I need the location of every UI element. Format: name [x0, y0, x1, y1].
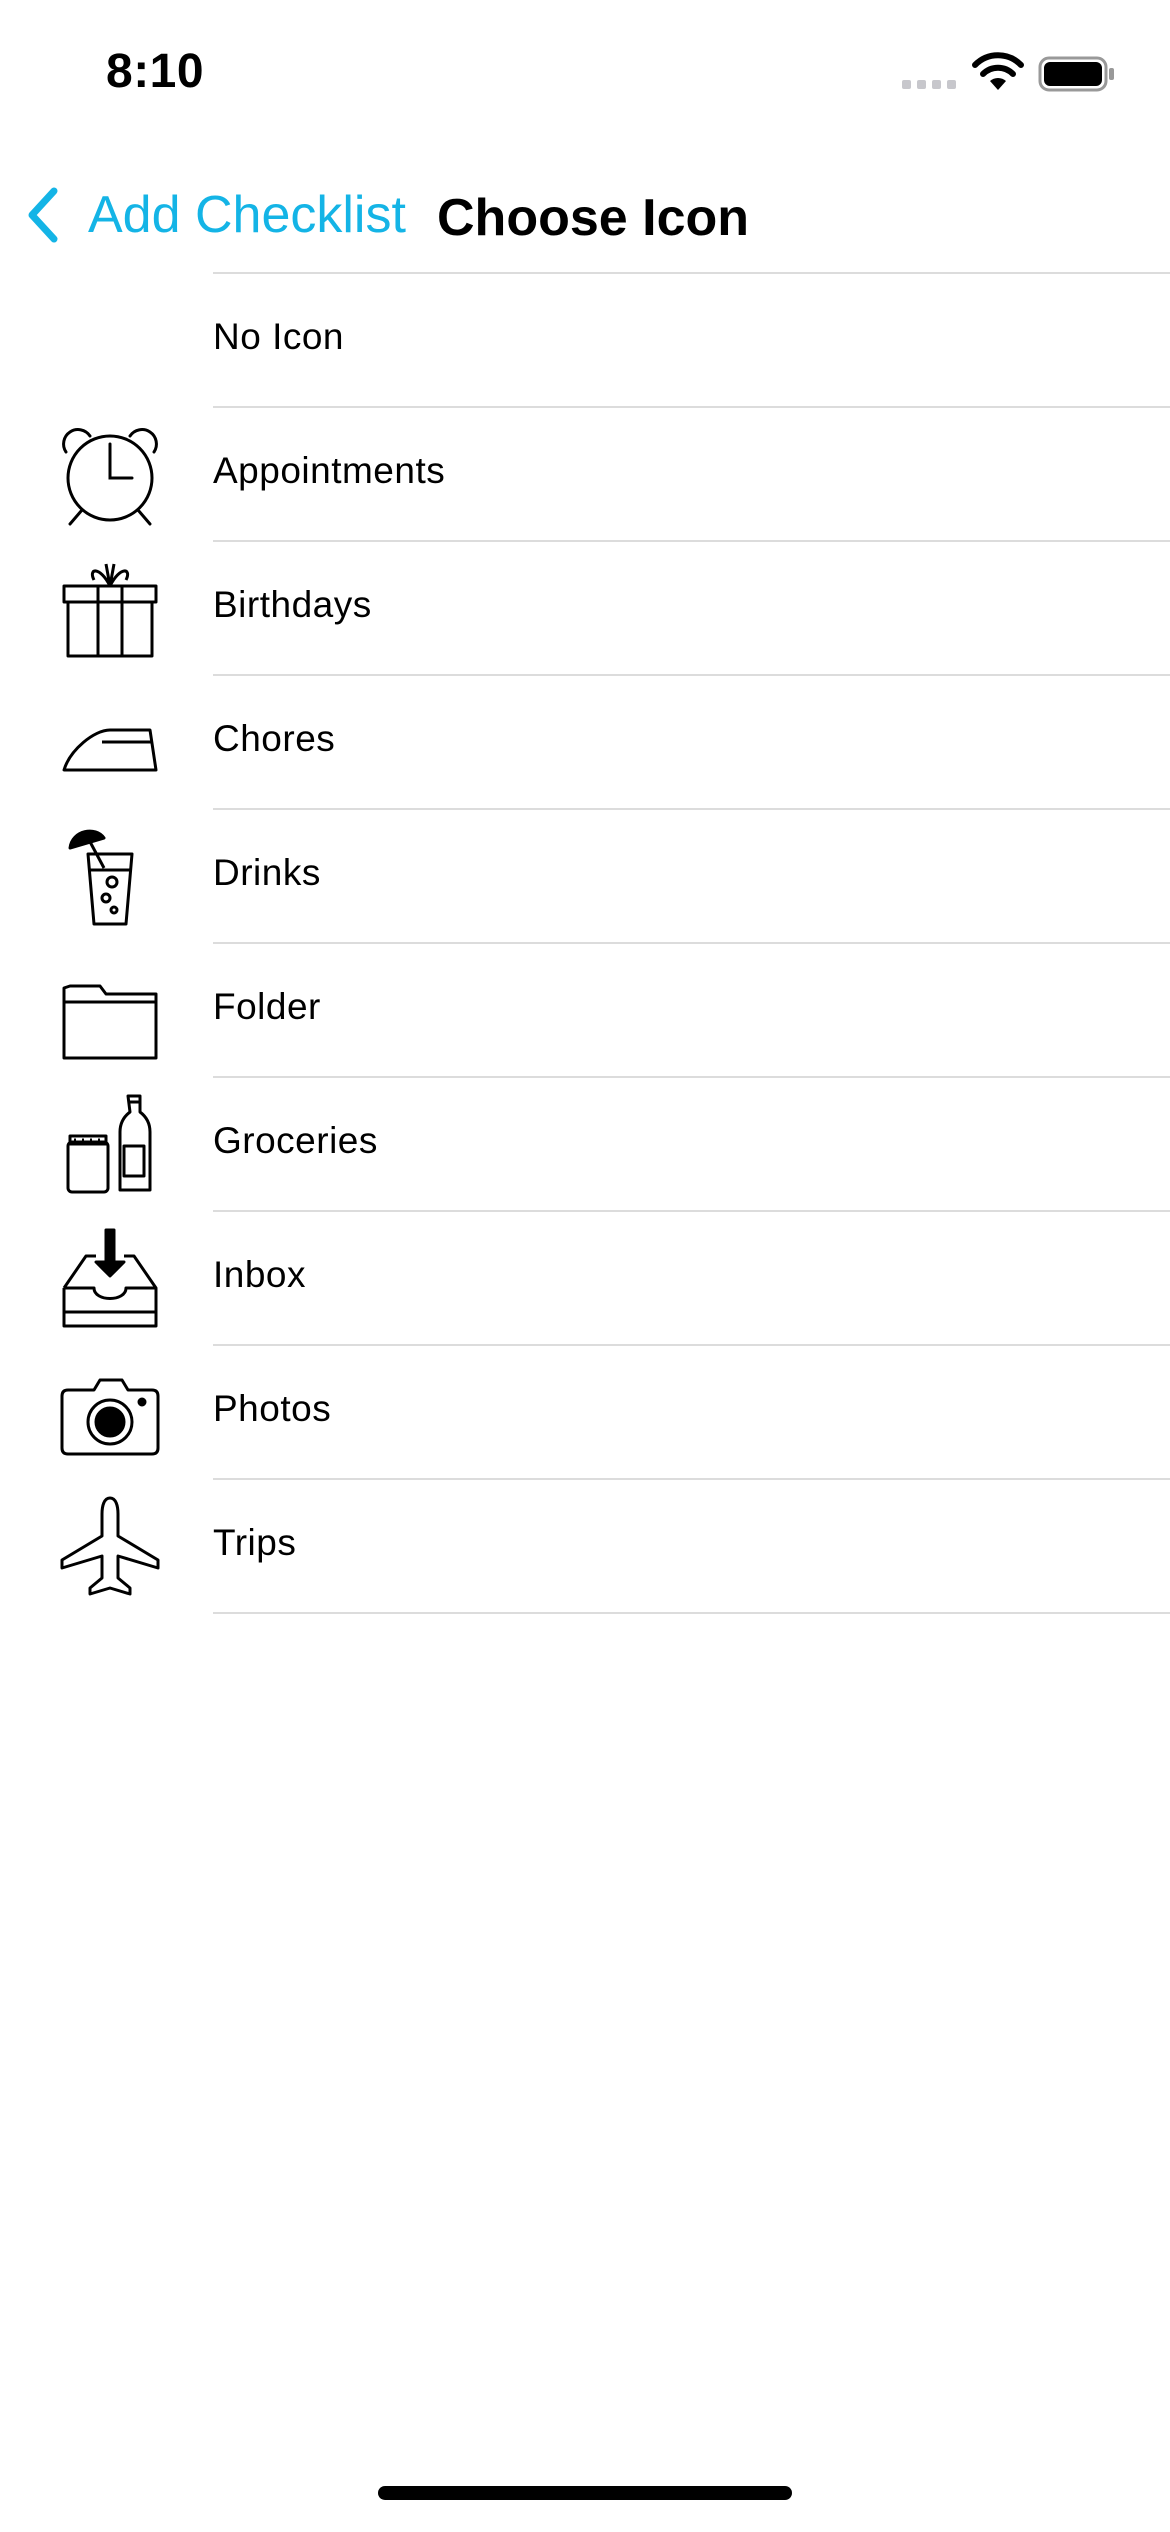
- list-item-no-icon[interactable]: No Icon: [213, 272, 1170, 406]
- list-item-appointments[interactable]: Appointments: [62, 406, 1170, 540]
- list-item-drinks[interactable]: Drinks: [68, 808, 1170, 942]
- inbox-icon: [60, 1226, 160, 1330]
- page-title: Choose Icon: [437, 189, 750, 247]
- folder-icon: [60, 958, 160, 1062]
- chevron-left-icon: [28, 187, 58, 243]
- cocktail-icon: [60, 824, 160, 928]
- status-bar: 8:10: [0, 0, 1170, 140]
- gift-icon: [60, 556, 160, 660]
- airplane-icon: [60, 1494, 160, 1598]
- alarm-clock-icon: [60, 422, 160, 526]
- list-item-inbox[interactable]: Inbox: [62, 1210, 1170, 1344]
- list-item-photos[interactable]: Photos: [60, 1344, 1170, 1478]
- list-item-chores[interactable]: Chores: [62, 674, 1170, 808]
- home-indicator[interactable]: [378, 2486, 792, 2500]
- list-item-label: Birthdays: [213, 584, 372, 625]
- list-item-label: Inbox: [213, 1254, 307, 1295]
- status-time: 8:10: [106, 45, 205, 98]
- list-item-trips[interactable]: Trips: [60, 1478, 1170, 1614]
- list-item-label: Folder: [213, 986, 321, 1027]
- list-item-label: No Icon: [213, 316, 345, 357]
- list-item-folder[interactable]: Folder: [62, 942, 1170, 1076]
- list-item-label: Groceries: [213, 1120, 378, 1161]
- list-item-label: Drinks: [213, 852, 321, 893]
- wifi-icon: [972, 52, 1024, 90]
- list-item-label: Chores: [213, 718, 336, 759]
- battery-icon: [1038, 56, 1114, 92]
- list-item-label: Appointments: [213, 450, 446, 491]
- groceries-icon: [60, 1092, 160, 1196]
- icon-list: No Icon Appointments Birthdays Chores Dr…: [0, 272, 1170, 1614]
- cellular-signal-icon: [902, 80, 956, 89]
- camera-icon: [60, 1360, 160, 1464]
- list-item-label: Trips: [213, 1522, 297, 1563]
- iron-icon: [60, 690, 160, 794]
- back-button-label: Add Checklist: [88, 186, 406, 244]
- list-item-birthdays[interactable]: Birthdays: [62, 540, 1170, 674]
- back-button[interactable]: Add Checklist: [24, 180, 406, 250]
- navigation-bar: Add Checklist Choose Icon: [0, 160, 1170, 270]
- list-item-groceries[interactable]: Groceries: [66, 1076, 1170, 1210]
- list-item-label: Photos: [213, 1388, 332, 1429]
